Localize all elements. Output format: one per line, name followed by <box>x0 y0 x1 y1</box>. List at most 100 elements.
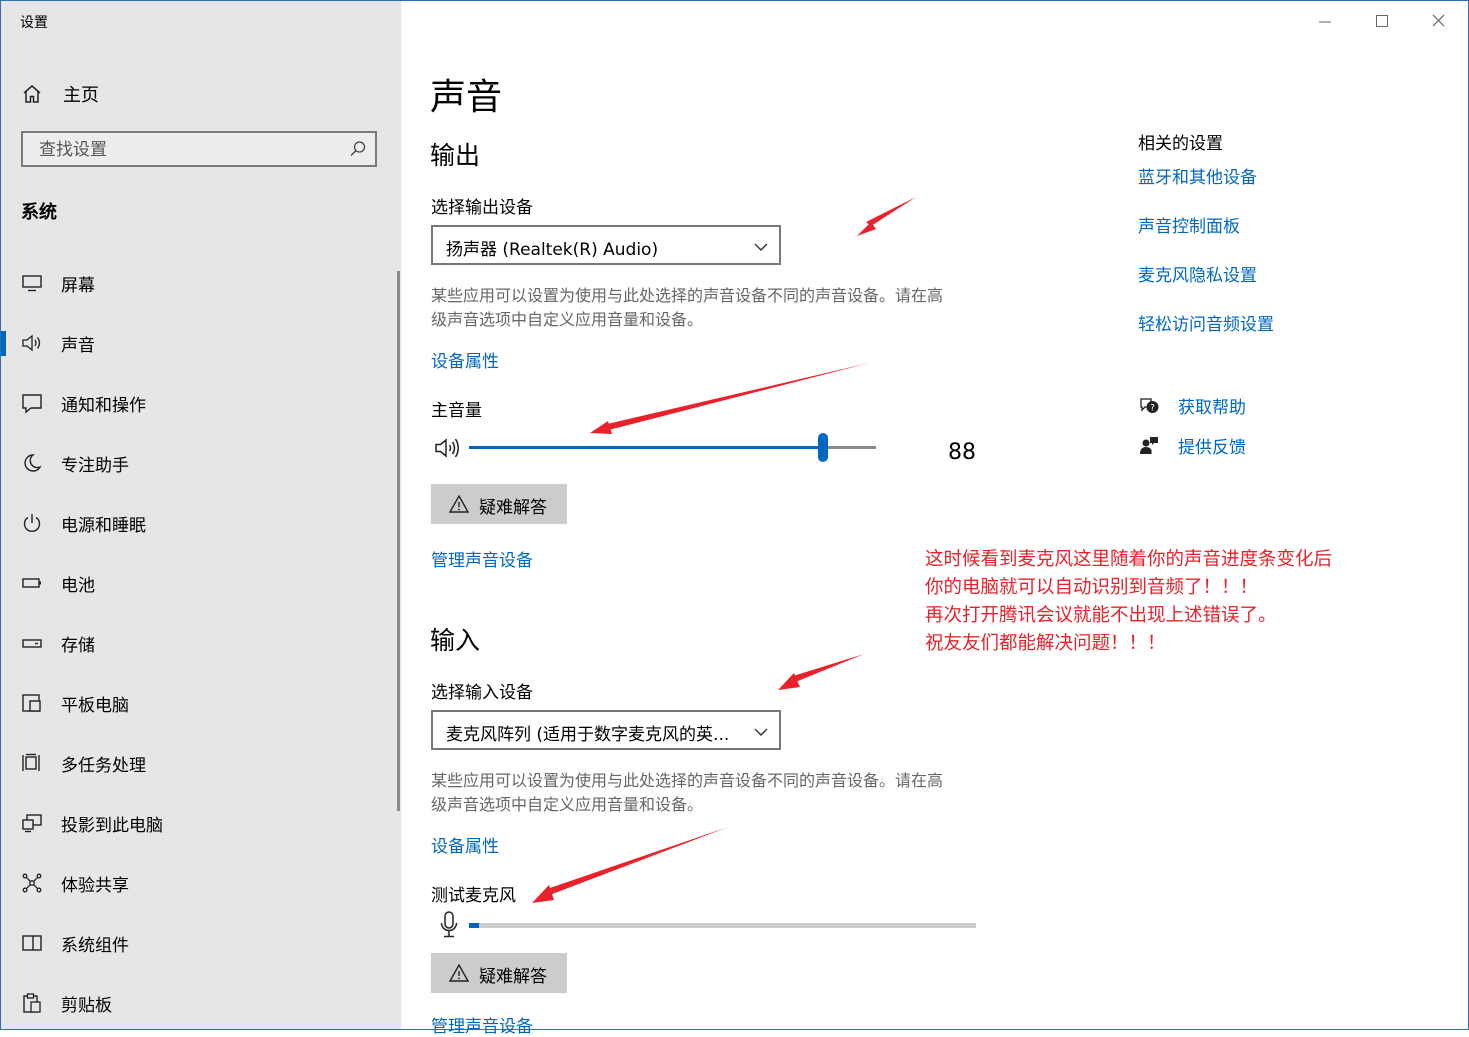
sidebar-item-battery[interactable]: 电池 <box>1 553 401 613</box>
related-settings-title: 相关的设置 <box>1138 134 1223 154</box>
power-icon <box>23 514 41 532</box>
sidebar-item-tablet[interactable]: 平板电脑 <box>1 673 401 733</box>
sidebar-item-label: 投影到此电脑 <box>61 816 163 836</box>
input-troubleshoot-label: 疑难解答 <box>479 967 547 987</box>
microphone-level-bar <box>469 923 976 928</box>
annotation-note: 这时候看到麦克风这里随着你的声音进度条变化后 你的电脑就可以自动识别到音频了！！… <box>925 546 1332 658</box>
related-link-mic-privacy[interactable]: 麦克风隐私设置 <box>1138 261 1257 286</box>
warning-icon <box>449 494 469 513</box>
sidebar-item-clipboard[interactable]: 剪贴板 <box>1 973 401 1033</box>
annotation-arrow <box>532 827 728 903</box>
input-device-label: 选择输入设备 <box>431 683 533 703</box>
sidebar-item-label: 多任务处理 <box>61 756 146 776</box>
input-description-line: 级声音选项中自定义应用音量和设备。 <box>431 795 704 814</box>
output-device-value: 扬声器 (Realtek(R) Audio) <box>446 240 659 260</box>
microphone-level-fill <box>469 923 480 928</box>
speaker-icon <box>22 334 41 352</box>
related-link-ease-of-access-audio[interactable]: 轻松访问音频设置 <box>1138 310 1274 335</box>
moon-icon <box>24 454 42 472</box>
sidebar-item-components[interactable]: 系统组件 <box>1 913 401 973</box>
search-input[interactable] <box>37 139 341 161</box>
volume-slider-fill <box>469 446 824 449</box>
output-description-line: 某些应用可以设置为使用与此处选择的声音设备不同的声音设备。请在高 <box>431 286 944 305</box>
home-icon <box>23 85 41 103</box>
sidebar-item-display[interactable]: 屏幕 <box>1 253 401 313</box>
sidebar-item-label: 通知和操作 <box>61 396 146 416</box>
project-icon <box>22 814 42 833</box>
maximize-icon[interactable] <box>1370 10 1394 34</box>
input-heading: 输入 <box>430 626 481 655</box>
sidebar-item-storage[interactable]: 存储 <box>1 613 401 673</box>
related-link-sound-control-panel[interactable]: 声音控制面板 <box>1138 212 1240 237</box>
volume-icon[interactable] <box>434 436 462 460</box>
volume-slider-thumb[interactable] <box>818 433 829 462</box>
sidebar: 设置 主页 系统 屏幕 声音 通知和操作 专注助手 电源和睡眠 <box>1 1 401 1029</box>
sidebar-item-multitasking[interactable]: 多任务处理 <box>1 733 401 793</box>
input-troubleshoot-button[interactable]: 疑难解答 <box>431 953 567 993</box>
input-description-line: 某些应用可以设置为使用与此处选择的声音设备不同的声音设备。请在高 <box>431 771 944 790</box>
volume-value: 88 <box>948 440 976 465</box>
warning-icon <box>449 963 469 982</box>
input-device-dropdown[interactable]: 麦克风阵列 (适用于数字麦克风的英... <box>431 710 781 750</box>
chevron-down-icon <box>754 728 768 736</box>
sidebar-item-focus[interactable]: 专注助手 <box>1 433 401 493</box>
notification-icon <box>22 394 42 414</box>
app-title: 设置 <box>20 15 48 31</box>
output-manage-devices-link[interactable]: 管理声音设备 <box>431 546 533 571</box>
annotation-line: 祝友友们都能解决问题！！！ <box>925 633 1166 654</box>
sidebar-home-label: 主页 <box>63 85 99 106</box>
clipboard-icon <box>23 993 41 1013</box>
annotation-arrow <box>778 654 864 690</box>
sidebar-item-label: 电源和睡眠 <box>61 516 146 536</box>
chevron-down-icon <box>754 243 768 251</box>
annotation-arrow <box>857 197 916 236</box>
sidebar-item-label: 屏幕 <box>61 276 95 296</box>
tablet-icon <box>22 694 41 712</box>
input-description: 某些应用可以设置为使用与此处选择的声音设备不同的声音设备。请在高 级声音选项中自… <box>431 769 1011 817</box>
feedback-link[interactable]: 提供反馈 <box>1178 433 1246 458</box>
sidebar-item-label: 存储 <box>61 636 95 656</box>
microphone-icon <box>440 911 458 938</box>
output-device-properties-link[interactable]: 设备属性 <box>431 347 499 372</box>
sidebar-item-sound[interactable]: 声音 <box>1 313 401 373</box>
close-icon[interactable] <box>1427 10 1451 34</box>
sidebar-home[interactable]: 主页 <box>21 79 99 109</box>
output-troubleshoot-button[interactable]: 疑难解答 <box>431 484 567 524</box>
input-device-value: 麦克风阵列 (适用于数字麦克风的英... <box>446 725 730 745</box>
page-title: 声音 <box>430 77 503 118</box>
sidebar-item-label: 声音 <box>61 336 95 356</box>
sidebar-item-label: 系统组件 <box>61 936 129 956</box>
minimize-icon[interactable] <box>1313 10 1337 34</box>
input-manage-devices-link[interactable]: 管理声音设备 <box>431 1012 533 1037</box>
sidebar-item-power[interactable]: 电源和睡眠 <box>1 493 401 553</box>
get-help-link[interactable]: 获取帮助 <box>1178 393 1246 418</box>
output-troubleshoot-label: 疑难解答 <box>479 498 547 518</box>
output-description-line: 级声音选项中自定义应用音量和设备。 <box>431 310 704 329</box>
display-icon <box>22 275 42 292</box>
sidebar-item-project[interactable]: 投影到此电脑 <box>1 793 401 853</box>
search-box[interactable] <box>21 131 377 167</box>
annotation-line: 这时候看到麦克风这里随着你的声音进度条变化后 <box>925 549 1333 570</box>
sidebar-scrollbar[interactable] <box>397 271 400 811</box>
sidebar-item-label: 电池 <box>61 576 95 596</box>
search-icon[interactable] <box>349 140 367 158</box>
section-title: 系统 <box>21 202 57 223</box>
output-heading: 输出 <box>430 141 481 170</box>
annotation-line: 你的电脑就可以自动识别到音频了！！！ <box>925 577 1259 598</box>
sidebar-item-notifications[interactable]: 通知和操作 <box>1 373 401 433</box>
volume-slider[interactable] <box>469 433 876 462</box>
output-device-dropdown[interactable]: 扬声器 (Realtek(R) Audio) <box>431 225 781 265</box>
input-device-properties-link[interactable]: 设备属性 <box>431 832 499 857</box>
output-device-label: 选择输出设备 <box>431 198 533 218</box>
battery-icon <box>22 578 41 588</box>
sidebar-item-label: 体验共享 <box>61 876 129 896</box>
output-description: 某些应用可以设置为使用与此处选择的声音设备不同的声音设备。请在高 级声音选项中自… <box>431 284 1011 332</box>
help-icon: ? <box>1140 398 1159 414</box>
feedback-icon <box>1140 437 1158 454</box>
sidebar-item-label: 剪贴板 <box>61 996 112 1016</box>
svg-text:?: ? <box>1150 404 1155 414</box>
related-link-bluetooth[interactable]: 蓝牙和其他设备 <box>1138 163 1257 188</box>
multitask-icon <box>22 753 40 771</box>
sidebar-item-shared[interactable]: 体验共享 <box>1 853 401 913</box>
components-icon <box>22 935 42 951</box>
